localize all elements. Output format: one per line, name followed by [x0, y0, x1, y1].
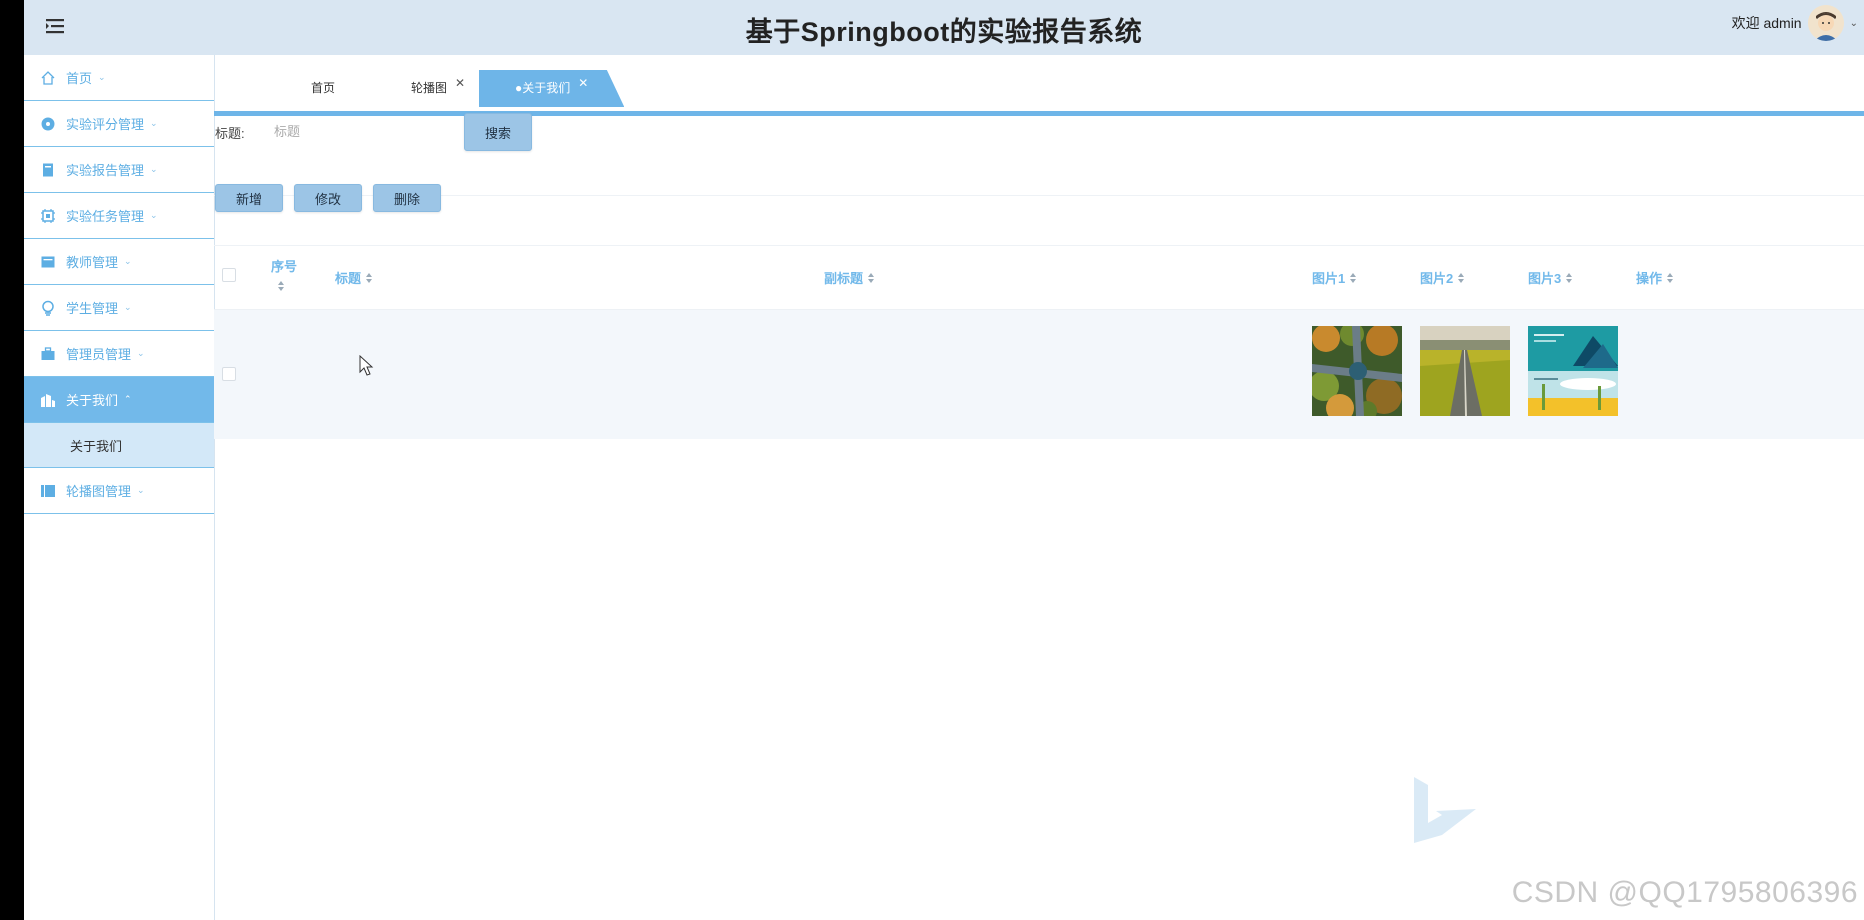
sidebar-item-carousel[interactable]: 轮播图管理 ⌄ — [24, 468, 214, 514]
sort-icon[interactable] — [868, 272, 875, 283]
search-input[interactable] — [272, 116, 476, 146]
sidebar-item-label: 实验评分管理 — [66, 117, 145, 132]
student-icon — [40, 300, 56, 316]
mouse-cursor-icon — [359, 354, 375, 382]
admin-icon — [40, 346, 56, 362]
table-header: 序号 标题 副标题 图片1 图片2 图片3 操作 — [214, 246, 1864, 310]
sort-icon[interactable] — [1350, 272, 1357, 283]
column-header-index[interactable]: 序号 — [271, 256, 297, 291]
app-window: 基于Springboot的实验报告系统 欢迎 admin ⌄ 首页 ⌄ 实验评分… — [24, 0, 1864, 920]
column-label: 操作 — [1636, 271, 1663, 286]
add-button[interactable]: 新增 — [215, 184, 283, 212]
sort-icon[interactable] — [1566, 272, 1573, 283]
sidebar-item-label: 学生管理 — [66, 301, 119, 316]
sidebar-item-task[interactable]: 实验任务管理 ⌄ — [24, 193, 214, 239]
sidebar: 首页 ⌄ 实验评分管理 ⌄ 实验报告管理 ⌄ 实验任务管理 ⌄ 教师管理 ⌄ 学… — [24, 55, 215, 920]
column-header-actions[interactable]: 操作 — [1636, 268, 1674, 287]
column-label: 标题 — [335, 271, 362, 286]
sort-icon[interactable] — [1458, 272, 1465, 283]
chevron-down-icon: ⌄ — [137, 485, 145, 495]
field-road-image[interactable] — [1420, 326, 1510, 416]
sidebar-item-label: 实验报告管理 — [66, 163, 145, 178]
sidebar-item-about[interactable]: 关于我们 ⌃ — [24, 377, 214, 423]
edit-button[interactable]: 修改 — [294, 184, 362, 212]
chevron-down-icon: ⌄ — [150, 118, 158, 128]
teacher-icon — [40, 254, 56, 270]
score-icon — [40, 116, 56, 132]
illustration-image[interactable] — [1528, 326, 1618, 416]
sidebar-item-home[interactable]: 首页 ⌄ — [24, 55, 214, 101]
divider — [214, 195, 1864, 196]
sidebar-item-label: 轮播图管理 — [66, 484, 132, 499]
chevron-down-icon: ⌄ — [137, 348, 145, 358]
sidebar-item-label: 首页 — [66, 71, 93, 86]
column-label: 图片1 — [1312, 271, 1346, 286]
column-header-image1[interactable]: 图片1 — [1312, 268, 1357, 287]
tab-label: 首页 — [311, 81, 336, 95]
column-header-image3[interactable]: 图片3 — [1528, 268, 1573, 287]
chevron-down-icon: ⌄ — [98, 72, 106, 82]
sidebar-item-teacher[interactable]: 教师管理 ⌄ — [24, 239, 214, 285]
sort-icon[interactable] — [1667, 272, 1674, 283]
chevron-down-icon[interactable]: ⌄ — [1850, 18, 1858, 29]
chevron-up-icon: ⌃ — [124, 394, 132, 404]
report-icon — [40, 162, 56, 178]
sidebar-item-label: 教师管理 — [66, 255, 119, 270]
column-label: 图片2 — [1420, 271, 1454, 286]
sidebar-item-label: 实验任务管理 — [66, 209, 145, 224]
task-icon — [40, 208, 56, 224]
watermark-logo-icon — [1412, 775, 1482, 850]
tab-about[interactable]: ●关于我们 ✕ — [479, 70, 625, 107]
table-row[interactable] — [214, 310, 1864, 439]
column-header-subtitle[interactable]: 副标题 — [824, 268, 875, 287]
tab-label: ●关于我们 — [515, 81, 571, 95]
tab-label: 轮播图 — [411, 81, 448, 95]
sidebar-item-label: 关于我们 — [66, 393, 119, 408]
sidebar-item-student[interactable]: 学生管理 ⌄ — [24, 285, 214, 331]
user-menu[interactable]: 欢迎 admin ⌄ — [1732, 4, 1858, 42]
chevron-down-icon: ⌄ — [124, 256, 132, 266]
about-icon — [40, 392, 56, 408]
carousel-icon — [40, 483, 56, 499]
tab-home[interactable]: 首页 — [311, 70, 335, 107]
search-button[interactable]: 搜索 — [464, 113, 532, 151]
forest-road-image[interactable] — [1312, 326, 1402, 416]
chevron-down-icon: ⌄ — [150, 164, 158, 174]
user-greeting: 欢迎 admin — [1731, 15, 1802, 31]
tab-carousel[interactable]: 轮播图 ✕ — [411, 70, 465, 107]
sort-icon[interactable] — [278, 281, 285, 291]
app-title: 基于Springboot的实验报告系统 — [745, 17, 1143, 47]
top-header: 基于Springboot的实验报告系统 欢迎 admin ⌄ — [24, 0, 1864, 55]
sidebar-item-report[interactable]: 实验报告管理 ⌄ — [24, 147, 214, 193]
column-header-title[interactable]: 标题 — [335, 268, 373, 287]
column-label: 序号 — [271, 259, 298, 274]
column-label: 图片3 — [1528, 271, 1562, 286]
delete-button[interactable]: 删除 — [373, 184, 441, 212]
search-label: 标题: — [215, 126, 245, 141]
tab-bar: 首页 轮播图 ✕ ●关于我们 ✕ — [214, 70, 1864, 116]
close-icon[interactable]: ✕ — [455, 76, 465, 90]
column-label: 副标题 — [824, 271, 864, 286]
column-header-image2[interactable]: 图片2 — [1420, 268, 1465, 287]
sidebar-subitem-about[interactable]: 关于我们 — [24, 423, 214, 468]
home-icon — [40, 70, 56, 86]
chevron-down-icon: ⌄ — [150, 210, 158, 220]
row-checkbox[interactable] — [222, 367, 236, 381]
watermark-text: CSDN @QQ1795806396 — [1511, 876, 1858, 909]
close-icon[interactable]: ✕ — [578, 76, 588, 90]
select-all-checkbox[interactable] — [222, 268, 236, 282]
sidebar-item-label: 管理员管理 — [66, 347, 132, 362]
sidebar-item-admin[interactable]: 管理员管理 ⌄ — [24, 331, 214, 377]
sort-icon[interactable] — [366, 272, 373, 283]
chevron-down-icon: ⌄ — [124, 302, 132, 312]
sidebar-item-score[interactable]: 实验评分管理 ⌄ — [24, 101, 214, 147]
avatar[interactable] — [1807, 5, 1844, 41]
